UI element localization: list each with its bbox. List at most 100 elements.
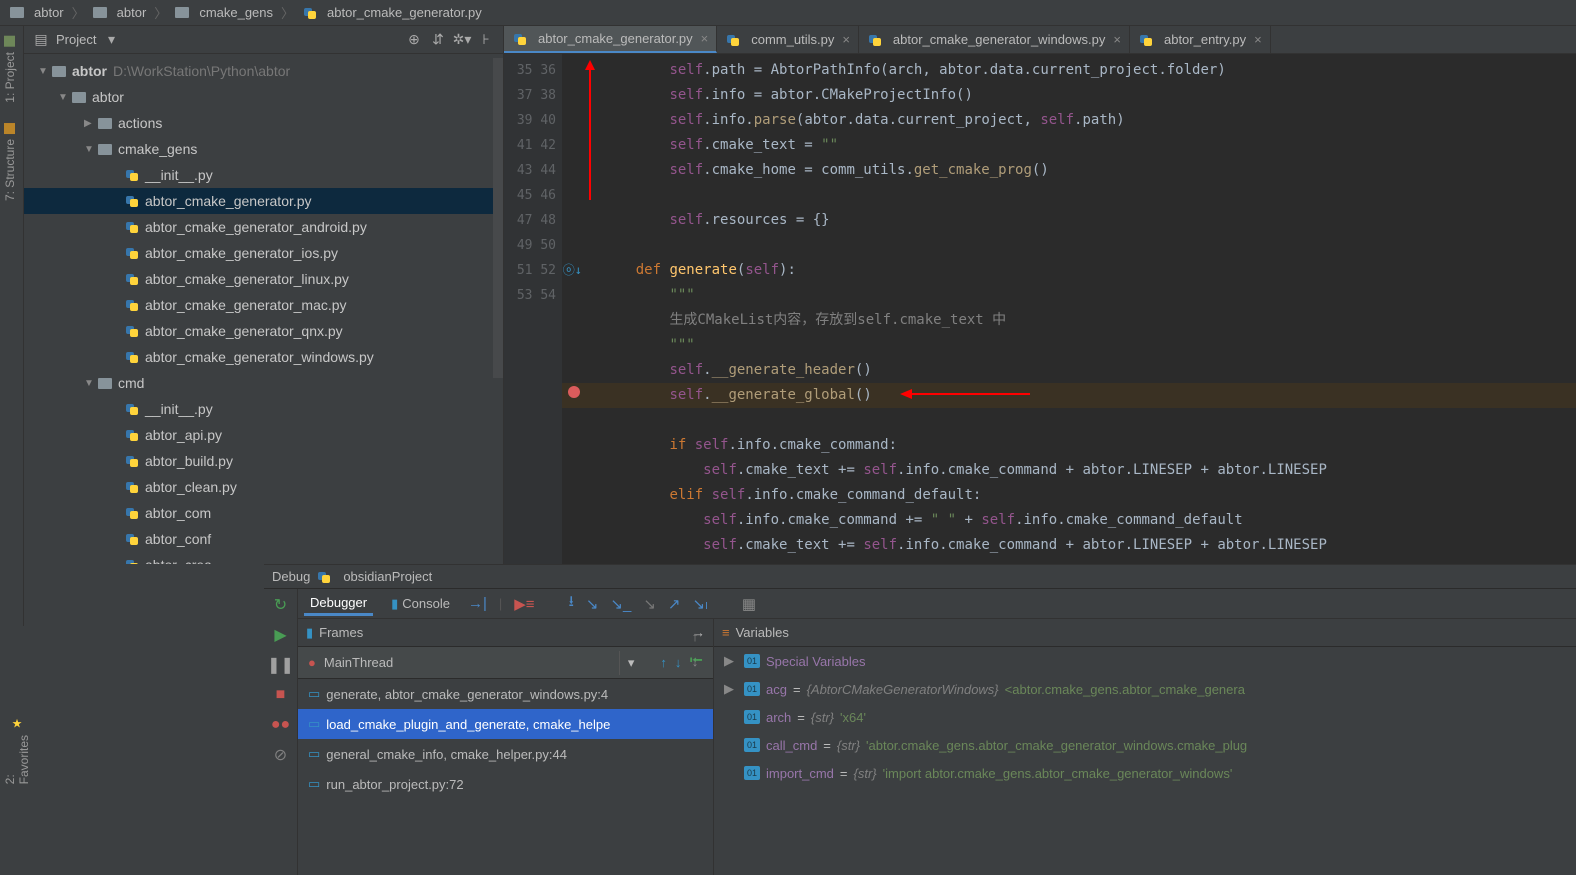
breadcrumb-item[interactable]: abtor_cmake_generator.py [296,5,488,21]
dropdown-icon[interactable]: ▾ [102,31,120,49]
breadcrumb-item[interactable]: abtor [4,5,70,20]
breadcrumb-item[interactable]: abtor [87,5,153,20]
tree-node[interactable]: abtor_conf [24,526,503,552]
stop-icon[interactable]: ■ [271,685,291,705]
tree-node[interactable]: abtor_cmake_generator_linux.py [24,266,503,292]
expand-arrow-icon[interactable]: ▶ [84,118,98,129]
variable-row[interactable]: 01import_cmd = {str} 'import abtor.cmake… [714,759,1576,787]
rail-item[interactable]: 1: Project [0,26,20,113]
python-icon [124,271,140,287]
python-icon [1138,32,1154,48]
tree-node[interactable]: __init__.py [24,396,503,422]
close-tab-icon[interactable]: × [842,32,850,47]
tree-label: cmake_gens [118,141,197,157]
pause-icon[interactable]: ❚❚ [271,655,291,675]
debug-side-toolbar: ↻ ▶ ❚❚ ■ ●● ⊘ [264,589,298,875]
variable-icon: 01 [744,682,760,696]
frame-up-icon[interactable]: ↑ [692,629,699,644]
tree-node[interactable]: abtor_cmake_generator_windows.py [24,344,503,370]
editor-tab[interactable]: abtor_cmake_generator_windows.py× [859,26,1130,53]
tree-node[interactable]: abtor_cmake_generator.py [24,188,503,214]
variable-row[interactable]: 01arch = {str} 'x64' [714,703,1576,731]
breadcrumb-item[interactable]: cmake_gens [169,5,279,20]
tree-node[interactable]: ▼ cmake_gens [24,136,503,162]
step-out-icon[interactable]: ↗ [668,595,681,613]
settings-gear-icon[interactable]: ✲▾ [453,31,471,49]
project-tree[interactable]: ▼abtorD:\WorkStation\Python\abtor▼abtor▶… [24,54,503,564]
frame-down-icon[interactable]: ↓ [692,654,699,669]
variable-row[interactable]: 01call_cmd = {str} 'abtor.cmake_gens.abt… [714,731,1576,759]
stack-frame[interactable]: ▭load_cmake_plugin_and_generate, cmake_h… [298,709,713,739]
python-icon [124,557,140,564]
rerun-icon[interactable]: ↻ [271,595,291,615]
debug-tool-window: Debug obsidianProject ↻ ▶ ❚❚ ■ ●● ⊘ Debu… [264,564,1576,875]
tree-node[interactable]: ▼abtor [24,84,503,110]
folder-icon [175,7,189,18]
step-into-icon[interactable]: ↘ [586,595,599,613]
tree-node[interactable]: abtor_api.py [24,422,503,448]
expand-arrow-icon[interactable]: ▼ [38,66,52,77]
mute-breakpoints-icon[interactable]: ⊘ [271,745,291,765]
tree-node[interactable]: abtor_cmake_generator_android.py [24,214,503,240]
tree-node[interactable]: abtor_cmake_generator_mac.py [24,292,503,318]
locate-icon[interactable]: ⊕ [405,31,423,49]
variable-row[interactable]: ▶01acg = {AbtorCMakeGeneratorWindows} <a… [714,675,1576,703]
stack-frame[interactable]: ▭run_abtor_project.py:72 [298,769,713,799]
rail-item[interactable]: 7: Structure [0,113,20,211]
rail-item-favorites[interactable]: 2: Favorites★ [0,706,34,794]
console-tab[interactable]: ▮Console [385,593,456,615]
tree-label: __init__.py [145,167,213,183]
tree-node[interactable]: abtor_clean.py [24,474,503,500]
debug-title-bar[interactable]: Debug obsidianProject [264,565,1576,589]
close-tab-icon[interactable]: × [701,31,709,46]
python-icon [124,219,140,235]
expand-arrow-icon[interactable]: ▼ [84,144,98,155]
thread-selector[interactable]: ● MainThread ▾ ↑ ↓ ⭰ [298,647,713,679]
tree-node[interactable]: ▼cmd [24,370,503,396]
stack-frame[interactable]: ▭generate, abtor_cmake_generator_windows… [298,679,713,709]
close-tab-icon[interactable]: × [1113,32,1121,47]
expand-icon[interactable]: ▶ [724,653,738,669]
scrollbar-thumb[interactable] [493,58,503,378]
resume-icon[interactable]: ▶ [271,625,291,645]
step-into-my-code-icon[interactable]: ↘_ [610,595,631,613]
view-breakpoints-icon[interactable]: ●● [271,715,291,735]
tree-node[interactable]: __init__.py [24,162,503,188]
expand-arrow-icon[interactable]: ▼ [58,92,72,103]
tree-node[interactable]: abtor_crea [24,552,503,564]
force-step-into-icon[interactable]: ↘ [643,595,656,613]
code-editor[interactable]: self.path = AbtorPathInfo(arch, abtor.da… [562,54,1576,564]
show-execution-point-icon[interactable]: ▶≡ [514,595,534,613]
evaluate-expression-icon[interactable]: ▦ [742,595,756,613]
tree-node[interactable]: abtor_cmake_generator_ios.py [24,240,503,266]
folder-icon [10,7,24,18]
tree-node[interactable]: abtor_com [24,500,503,526]
prev-frame-icon[interactable]: ↑ [660,655,667,670]
collapse-all-icon[interactable]: ⇵ [429,31,447,49]
tree-node[interactable]: abtor_build.py [24,448,503,474]
gutter[interactable]: 35 36 37 38 39 40 41 42 43 44 45 46 47 4… [504,54,562,564]
tree-label: abtor_com [145,505,211,521]
run-to-cursor-icon[interactable]: ↘I [692,595,707,613]
expand-arrow-icon[interactable]: ▼ [84,378,98,389]
project-view-icon[interactable]: ▤ [32,31,50,49]
expand-icon[interactable]: ▶ [724,681,738,697]
stack-frame[interactable]: ▭general_cmake_info, cmake_helper.py:44 [298,739,713,769]
tree-node[interactable]: abtor_cmake_generator_qnx.py [24,318,503,344]
project-label[interactable]: Project [56,32,96,47]
debug-config-name: obsidianProject [343,569,432,584]
variable-icon: 01 [744,710,760,724]
step-over-icon[interactable]: ⭳ [569,591,574,616]
thread-dropdown-icon[interactable]: ▾ [619,651,643,675]
editor-tab[interactable]: comm_utils.py× [717,26,859,53]
tree-node[interactable]: ▼abtorD:\WorkStation\Python\abtor [24,58,503,84]
python-icon [124,245,140,261]
tree-node[interactable]: ▶actions [24,110,503,136]
output-toggle-icon[interactable]: →| [468,595,487,612]
editor-tab[interactable]: abtor_cmake_generator.py× [504,26,717,53]
editor-tab[interactable]: abtor_entry.py× [1130,26,1271,53]
close-tab-icon[interactable]: × [1254,32,1262,47]
debugger-tab[interactable]: Debugger [304,592,373,616]
hide-icon[interactable]: ⊦ [477,31,495,49]
variable-row[interactable]: ▶01Special Variables [714,647,1576,675]
